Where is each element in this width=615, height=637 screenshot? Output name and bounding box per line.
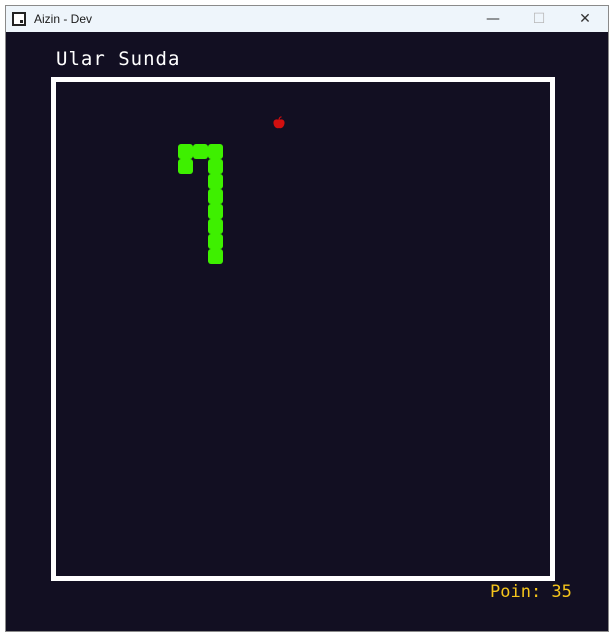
snake-segment bbox=[208, 219, 223, 234]
apple-icon bbox=[273, 116, 285, 129]
desktop: Aizin - Dev — ☐ ✕ Ular Sunda Poin: 35 bbox=[0, 0, 615, 637]
maximize-button[interactable]: ☐ bbox=[516, 6, 562, 32]
snake-segment bbox=[208, 234, 223, 249]
snake-segment bbox=[208, 189, 223, 204]
snake-segment bbox=[178, 159, 193, 174]
score-label: Poin: 35 bbox=[490, 582, 572, 602]
title-bar[interactable]: Aizin - Dev — ☐ ✕ bbox=[6, 6, 608, 32]
game-window: Aizin - Dev — ☐ ✕ Ular Sunda Poin: 35 bbox=[5, 5, 609, 632]
minimize-button[interactable]: — bbox=[470, 6, 516, 32]
game-canvas[interactable]: Ular Sunda Poin: 35 bbox=[6, 32, 608, 631]
app-window-icon bbox=[12, 12, 26, 26]
close-button[interactable]: ✕ bbox=[562, 6, 608, 32]
game-title: Ular Sunda bbox=[56, 48, 181, 70]
snake-segment bbox=[178, 144, 193, 159]
snake-segment bbox=[208, 174, 223, 189]
snake-segment bbox=[193, 144, 208, 159]
game-arena bbox=[51, 77, 555, 581]
snake-tail-segment bbox=[208, 249, 223, 264]
snake-segment bbox=[208, 144, 223, 159]
window-title: Aizin - Dev bbox=[34, 12, 93, 26]
snake-segment bbox=[208, 204, 223, 219]
snake-segment bbox=[208, 159, 223, 174]
window-controls: — ☐ ✕ bbox=[470, 6, 608, 32]
